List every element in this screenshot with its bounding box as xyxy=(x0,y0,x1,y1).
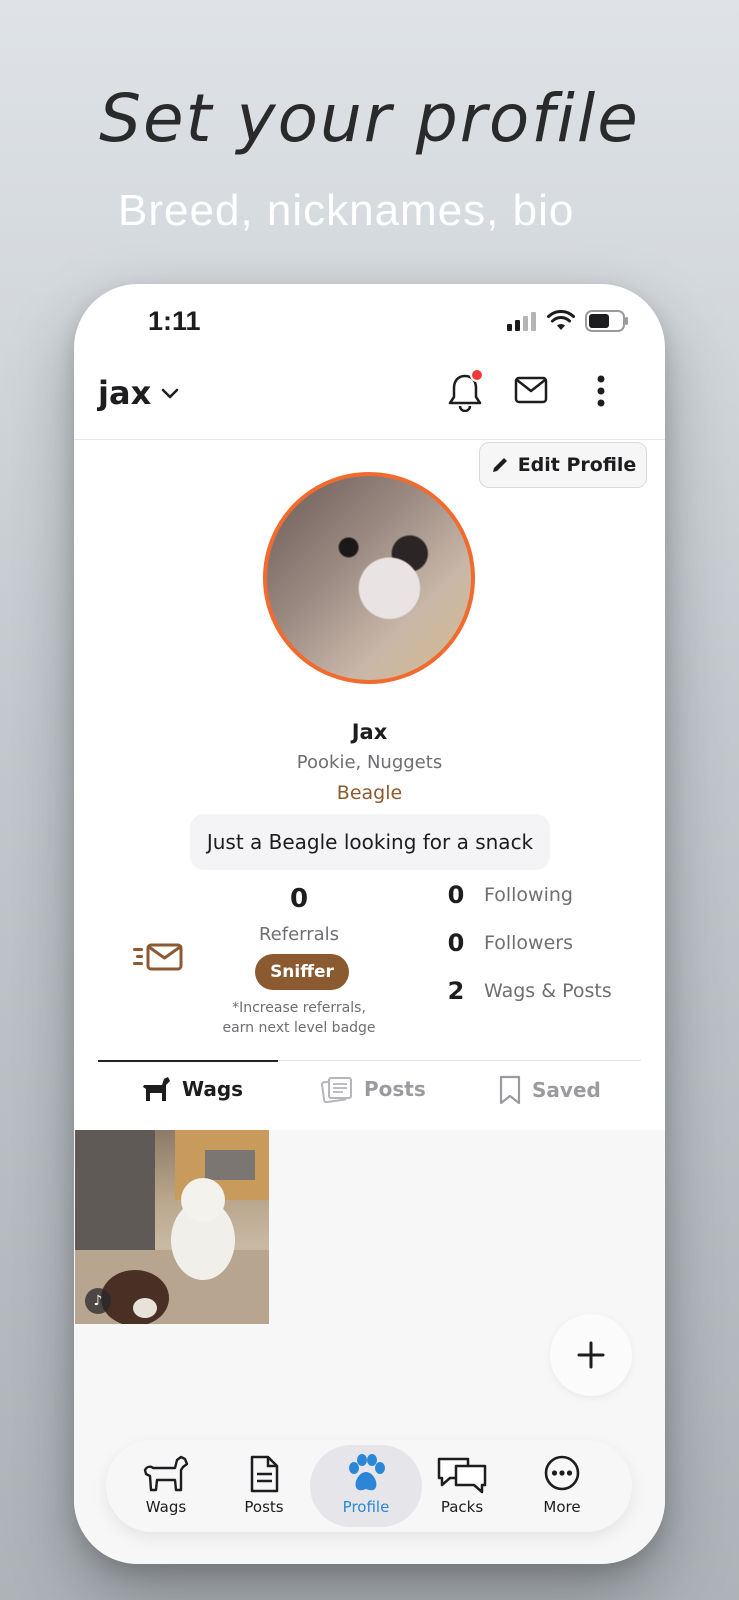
send-mail-icon xyxy=(133,943,183,971)
battery-icon xyxy=(585,310,628,332)
notification-dot xyxy=(470,368,484,382)
create-wag-button[interactable] xyxy=(550,1314,632,1396)
notifications-button[interactable] xyxy=(448,368,484,416)
stat-following[interactable]: 0 Following xyxy=(444,881,573,909)
tab-wags[interactable]: Wags xyxy=(142,1075,243,1103)
music-note-icon: ♪ xyxy=(85,1288,111,1314)
plus-icon xyxy=(577,1341,605,1369)
tab-label: Wags xyxy=(182,1077,244,1101)
top-bar: jax xyxy=(74,350,665,440)
wifi-icon xyxy=(547,310,575,330)
referral-note-line2: earn next level badge xyxy=(222,1020,376,1036)
paw-icon xyxy=(349,1454,385,1491)
referral-badge: Sniffer xyxy=(255,954,349,990)
stat-followers[interactable]: 0 Followers xyxy=(444,929,573,957)
referral-note: *Increase referrals, earn next level bad… xyxy=(204,998,394,1038)
referral-note-line1: *Increase referrals, xyxy=(232,1000,366,1016)
tab-label: Saved xyxy=(532,1078,601,1102)
posts-icon xyxy=(320,1077,352,1103)
stat-value: 0 xyxy=(447,929,465,957)
status-time: 1:11 xyxy=(148,306,201,336)
username: jax xyxy=(98,374,152,412)
profile-avatar[interactable] xyxy=(263,472,475,684)
dog-outline-icon xyxy=(143,1455,189,1492)
nav-packs[interactable]: Packs xyxy=(412,1440,512,1532)
nav-label: Wags xyxy=(145,1498,187,1516)
profile-tabs: Wags Posts Saved xyxy=(98,1060,641,1128)
nav-label: Posts xyxy=(244,1498,284,1516)
dog-icon xyxy=(143,1077,170,1101)
nav-label: More xyxy=(543,1498,581,1516)
edit-profile-label: Edit Profile xyxy=(517,454,637,476)
more-options-button[interactable] xyxy=(594,374,608,412)
stat-wags-posts[interactable]: 2 Wags & Posts xyxy=(444,977,612,1005)
active-tab-indicator xyxy=(98,1060,278,1062)
mail-icon xyxy=(514,376,548,404)
profile-breed: Beagle xyxy=(336,782,403,804)
nav-wags[interactable]: Wags xyxy=(116,1440,216,1532)
stat-label: Wags & Posts xyxy=(484,980,612,1002)
signal-icon xyxy=(507,312,536,331)
nav-label: Packs xyxy=(440,1498,484,1516)
tab-label: Posts xyxy=(364,1077,426,1101)
chevron-down-icon xyxy=(161,388,179,399)
profile-bio: Just a Beagle looking for a snack xyxy=(190,814,550,870)
tab-posts[interactable]: Posts xyxy=(320,1075,426,1103)
nav-posts[interactable]: Posts xyxy=(214,1440,314,1532)
more-vertical-icon xyxy=(597,375,605,407)
profile-nicknames: Pookie, Nuggets xyxy=(296,752,443,773)
profile-name: Jax xyxy=(351,720,388,744)
nav-label: Profile xyxy=(342,1498,390,1516)
invite-button[interactable] xyxy=(132,942,184,976)
bottom-navigation: Wags Posts Profile Packs More xyxy=(106,1440,632,1532)
edit-profile-button[interactable]: Edit Profile xyxy=(479,442,647,488)
tab-saved[interactable]: Saved xyxy=(498,1075,601,1105)
pencil-icon xyxy=(492,458,507,472)
bookmark-icon xyxy=(499,1075,521,1105)
messages-button[interactable] xyxy=(514,376,548,408)
nav-more[interactable]: More xyxy=(512,1440,612,1532)
more-horizontal-icon xyxy=(544,1455,580,1491)
status-bar: 1:11 xyxy=(74,284,665,350)
account-switcher[interactable]: jax xyxy=(98,374,181,412)
wag-thumbnail[interactable]: ♪ xyxy=(75,1130,269,1324)
stat-label: Following xyxy=(484,884,573,906)
referrals-label: Referrals xyxy=(258,924,340,945)
chat-bubbles-icon xyxy=(437,1457,487,1494)
stat-label: Followers xyxy=(484,932,573,954)
referrals-count: 0 xyxy=(289,884,309,914)
promo-headline: Set your profile xyxy=(99,80,640,157)
stat-value: 2 xyxy=(447,977,465,1005)
status-icons xyxy=(507,310,629,332)
nav-profile[interactable]: Profile xyxy=(310,1445,422,1527)
phone-frame: 1:11 jax Edit Profile Jax Pookie, Nugget… xyxy=(74,284,665,1564)
stat-value: 0 xyxy=(447,881,465,909)
promo-subheadline: Breed, nicknames, bio xyxy=(118,186,575,235)
document-icon xyxy=(250,1455,279,1493)
